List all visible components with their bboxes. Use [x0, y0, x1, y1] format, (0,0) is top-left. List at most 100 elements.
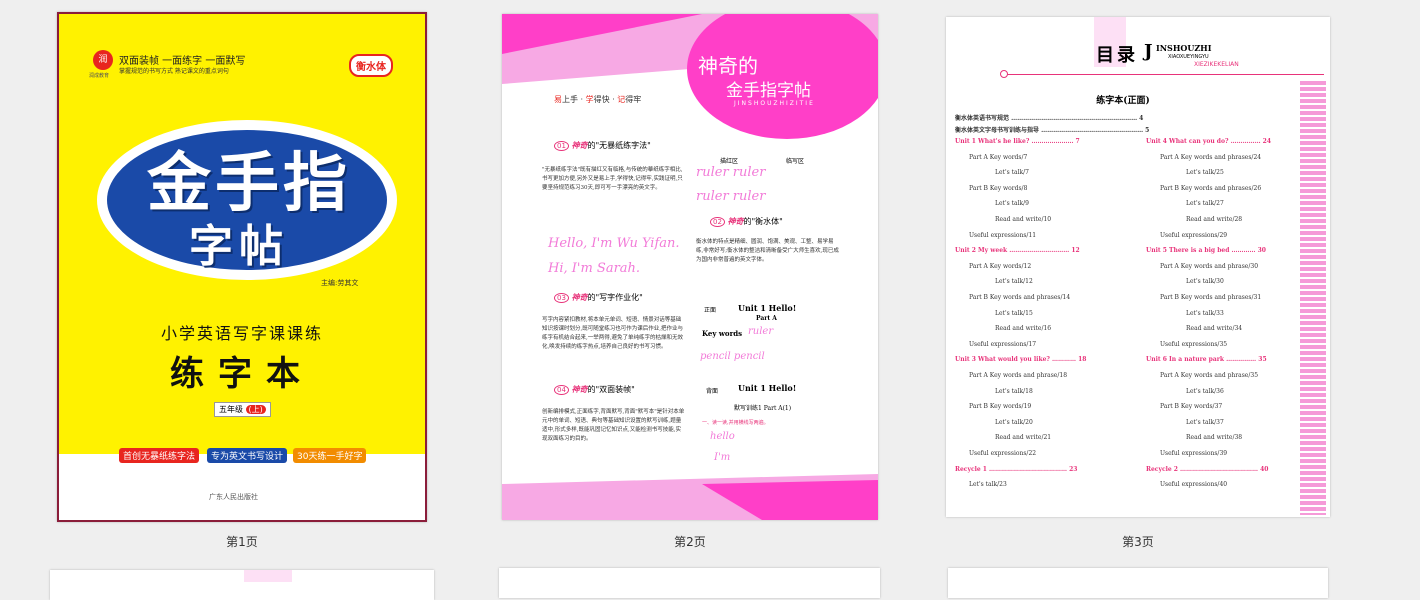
toc-entry[interactable]: Part A Key words/7	[969, 154, 1027, 161]
toc-entry[interactable]: Let's talk/37	[1186, 419, 1224, 426]
toc-unit-entry[interactable]: Recycle 2 ………………………………… 40	[1146, 466, 1268, 473]
toc-entry[interactable]: Part B Key words/8	[969, 185, 1027, 192]
toc-intro-1[interactable]: 衡水体英语书写规范 ……………………………………………………… 4	[955, 113, 1143, 122]
toc-entry[interactable]: Part B Key words and phrases/31	[1160, 294, 1261, 301]
handwriting-1: ruler ruler	[696, 165, 766, 180]
page-thumbnail-3[interactable]: 目录 J INSHOUZHI XIAOXUEYINGYU XIEZIKEKELI…	[946, 17, 1330, 517]
banner-pinyin: JINSHOUZHIZITIE	[734, 100, 815, 107]
toc-entry[interactable]: Let's talk/15	[995, 310, 1033, 317]
toc-entry[interactable]: Let's talk/20	[995, 419, 1033, 426]
cover-subtitle: 小学英语写字课课练	[160, 324, 323, 343]
key-words-label: Key words	[702, 329, 743, 338]
toc-entry[interactable]: Part A Key words and phrases/24	[1160, 154, 1261, 161]
grade-text: 五年级	[219, 405, 243, 414]
section-text-3: 写字内容紧扣教材,将本单元单词、短语、情景对话等基础知识按课时划分,既可随堂练习…	[542, 317, 683, 350]
toc-pinyin-1: INSHOUZHI	[1156, 43, 1212, 53]
page-thumbnail-2[interactable]: 神奇的 金手指字帖 JINSHOUZHIZITIE 易上手 · 学得快 · 记得…	[502, 14, 878, 520]
toc-entry[interactable]: Read and write/21	[995, 434, 1051, 441]
section-heading-3: 03 神奇的"写字作业化"	[554, 292, 643, 303]
cover-white-footer	[59, 454, 425, 520]
toc-entry[interactable]: Let's talk/27	[1186, 200, 1224, 207]
section-text-4: 创新编排模式,正面练字,背面默写,背面"默写本"是针对本单元中的单词、短语、典句…	[542, 409, 685, 442]
toc-header-line	[1002, 74, 1324, 75]
toc-right-column: Unit 4 What can you do? …………… 24 Part A K…	[1146, 138, 1306, 508]
toc-unit-entry[interactable]: Unit 3 What would you like? ………… 18	[955, 356, 1086, 363]
toc-pinyin-2: XIAOXUEYINGYU	[1168, 54, 1209, 60]
back-label: 背面	[706, 388, 719, 395]
toc-unit-entry[interactable]: Unit 1 What's he like? ………………… 7	[955, 138, 1080, 145]
unit-title-front: Unit 1 Hello!	[738, 303, 797, 313]
toc-unit-entry[interactable]: Recycle 1 ………………………………… 23	[955, 466, 1077, 473]
toc-entry[interactable]: Part B Key words and phrases/26	[1160, 185, 1261, 192]
brand-logo: 润	[93, 50, 113, 70]
toc-entry[interactable]: Useful expressions/40	[1160, 481, 1227, 488]
toc-entry[interactable]: Let's talk/18	[995, 388, 1033, 395]
grade-label: 五年级 (上)	[214, 402, 271, 417]
toc-entry[interactable]: Read and write/38	[1186, 434, 1242, 441]
toc-entry[interactable]: Let's talk/25	[1186, 169, 1224, 176]
toc-header-dot	[1000, 70, 1008, 78]
drill-handwriting-2: I'm	[714, 452, 731, 463]
toc-entry[interactable]: Let's talk/7	[995, 169, 1029, 176]
brand-slogan-2: 掌握规范的书写方式 熟记课文的重点词句	[119, 68, 229, 75]
toc-entry[interactable]: Useful expressions/17	[969, 341, 1036, 348]
page-thumbnail-6[interactable]	[948, 568, 1328, 598]
toc-unit-entry[interactable]: Unit 6 In a nature park …………… 35	[1146, 356, 1267, 363]
toc-entry[interactable]: Useful expressions/35	[1160, 341, 1227, 348]
drill-label: 默写训练1 Part A(1)	[734, 405, 792, 412]
cover-author: 主编:劳其文	[321, 279, 359, 287]
thumb4-pink-accent	[244, 570, 292, 582]
toc-unit-entry[interactable]: Unit 4 What can you do? …………… 24	[1146, 138, 1271, 145]
kw-handwriting-2: pencil pencil	[700, 351, 765, 362]
toc-title: 目录	[1096, 45, 1138, 66]
toc-entry[interactable]: Useful expressions/22	[969, 450, 1036, 457]
toc-entry[interactable]: Let's talk/9	[995, 200, 1029, 207]
banner-title-1: 神奇的	[698, 54, 758, 78]
cover-title-sub: 字帖	[189, 221, 289, 272]
unit-title-back: Unit 1 Hello!	[738, 383, 797, 393]
page-caption-2: 第2页	[674, 535, 706, 549]
toc-entry[interactable]: Part A Key words and phrase/18	[969, 372, 1067, 379]
drill-handwriting-1: hello	[710, 431, 735, 442]
toc-intro-2[interactable]: 衡水体英文字母书写训练与指导 …………………………………………… 5	[955, 125, 1149, 134]
toc-entry[interactable]: Let's talk/36	[1186, 388, 1224, 395]
toc-entry[interactable]: Part A Key words and phrase/30	[1160, 263, 1258, 270]
section-heading-2: 02 神奇的"衡水体"	[710, 216, 783, 227]
handwriting-3: Hello, I'm Wu Yifan.	[548, 236, 680, 251]
toc-entry[interactable]: Part B Key words and phrases/14	[969, 294, 1070, 301]
toc-entry[interactable]: Useful expressions/11	[969, 232, 1036, 239]
toc-unit-entry[interactable]: Unit 5 There is a big bed ………… 30	[1146, 247, 1266, 254]
toc-entry[interactable]: Part B Key words/37	[1160, 403, 1222, 410]
page-thumbnail-5[interactable]	[499, 568, 880, 598]
toc-entry[interactable]: Let's talk/33	[1186, 310, 1224, 317]
toc-entry[interactable]: Read and write/16	[995, 325, 1051, 332]
publisher: 广东人民出版社	[209, 493, 258, 501]
toc-entry[interactable]: Let's talk/23	[969, 481, 1007, 488]
toc-entry[interactable]: Useful expressions/39	[1160, 450, 1227, 457]
toc-entry[interactable]: Read and write/10	[995, 216, 1051, 223]
handwriting-4: Hi, I'm Sarah.	[548, 261, 641, 276]
toc-unit-entry[interactable]: Unit 2 My week ………………………… 12	[955, 247, 1080, 254]
tag-chip-1: 首创无暴纸练字法	[119, 448, 200, 463]
page-thumbnail-4[interactable]	[50, 570, 434, 600]
toc-entry[interactable]: Read and write/34	[1186, 325, 1242, 332]
toc-entry[interactable]: Read and write/28	[1186, 216, 1242, 223]
part-a-label: Part A	[756, 315, 777, 322]
brand-slogan-1: 双面装帧 一面练字 一面默写	[119, 56, 246, 67]
toc-entry[interactable]: Useful expressions/29	[1160, 232, 1227, 239]
toc-entry[interactable]: Part A Key words/12	[969, 263, 1031, 270]
toc-entry[interactable]: Let's talk/30	[1186, 278, 1224, 285]
col-a-label: 描红区	[720, 158, 739, 165]
page-thumbnail-1[interactable]: 润 润成教育 双面装帧 一面练字 一面默写 掌握规范的书写方式 熟记课文的重点词…	[57, 12, 427, 522]
toc-entry[interactable]: Let's talk/12	[995, 278, 1033, 285]
section-text-2: 衡水体的特点是精细、圆润、饱满、美观、工整、易学易练,非常好写;衡水体的整洁和清…	[696, 239, 839, 263]
section-text-1: "无暴纸练字法"既有描红又有临格,与传统的摹纸练字相比,书写更加方便,另外又是易…	[542, 167, 683, 191]
brand-name: 润成教育	[89, 73, 110, 79]
toc-entry[interactable]: Part A Key words and phrase/35	[1160, 372, 1258, 379]
toc-pinyin-big: J	[1144, 41, 1153, 62]
section-title: 练字本(正面)	[1096, 96, 1150, 106]
banner-title-2: 金手指字帖	[726, 81, 811, 101]
handwriting-2: ruler ruler	[696, 189, 766, 204]
kw-handwriting-1: ruler	[748, 326, 774, 337]
toc-entry[interactable]: Part B Key words/19	[969, 403, 1031, 410]
